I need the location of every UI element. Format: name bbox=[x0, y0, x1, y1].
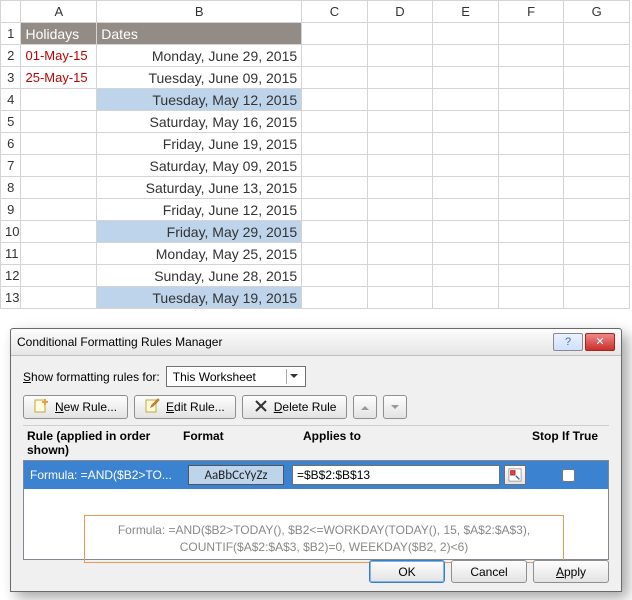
col-header-C[interactable]: C bbox=[302, 1, 368, 23]
col-header-F[interactable]: F bbox=[498, 1, 564, 23]
row-header-5[interactable]: 5 bbox=[1, 111, 21, 133]
range-selector-button[interactable] bbox=[504, 465, 526, 485]
show-rules-for-combo[interactable]: This Worksheet bbox=[166, 366, 306, 387]
cell-F1[interactable] bbox=[498, 23, 564, 45]
edit-rule-button[interactable]: Edit Rule... bbox=[134, 395, 236, 419]
rules-list-header: Rule (applied in order shown) Format App… bbox=[23, 425, 609, 460]
cell-A2[interactable]: 01-May-15 bbox=[21, 45, 97, 67]
row-header-2[interactable]: 2 bbox=[1, 45, 21, 67]
cell-A1[interactable]: Holidays bbox=[21, 23, 97, 45]
show-rules-for-value: This Worksheet bbox=[173, 370, 256, 384]
new-rule-button[interactable]: NNew Rule...ew Rule... bbox=[23, 395, 128, 419]
cell-B5[interactable]: Saturday, May 16, 2015 bbox=[97, 111, 302, 133]
window-close-button[interactable]: ✕ bbox=[585, 333, 615, 351]
stop-if-true-checkbox[interactable] bbox=[562, 469, 575, 482]
chevron-down-icon bbox=[286, 369, 301, 384]
row-header-8[interactable]: 8 bbox=[1, 177, 21, 199]
applies-to-input[interactable] bbox=[292, 465, 500, 485]
range-selector-icon bbox=[508, 468, 522, 482]
show-rules-for-label: Show formatting rules for: bbox=[23, 370, 160, 384]
cell-B11[interactable]: Monday, May 25, 2015 bbox=[97, 243, 302, 265]
cell-B2[interactable]: Monday, June 29, 2015 bbox=[97, 45, 302, 67]
stop-if-true-cell bbox=[534, 466, 602, 485]
delete-rule-icon bbox=[253, 398, 269, 417]
row-header-4[interactable]: 4 bbox=[1, 89, 21, 111]
cell-B8[interactable]: Saturday, June 13, 2015 bbox=[97, 177, 302, 199]
rules-list[interactable]: Formula: =AND($B2>TO... AaBbCcYyZz Formu… bbox=[23, 460, 609, 560]
row-header-7[interactable]: 7 bbox=[1, 155, 21, 177]
new-rule-icon bbox=[34, 398, 50, 417]
cell-A3[interactable]: 25-May-15 bbox=[21, 67, 97, 89]
rule-format-preview: AaBbCcYyZz bbox=[188, 465, 284, 485]
cell-B3[interactable]: Tuesday, June 09, 2015 bbox=[97, 67, 302, 89]
col-header-B[interactable]: B bbox=[97, 1, 302, 23]
cell-G1[interactable] bbox=[564, 23, 630, 45]
apply-button[interactable]: Apply bbox=[533, 560, 609, 583]
row-header-12[interactable]: 12 bbox=[1, 265, 21, 287]
window-help-button[interactable]: ? bbox=[553, 333, 583, 351]
cell-B6[interactable]: Friday, June 19, 2015 bbox=[97, 133, 302, 155]
triangle-down-icon bbox=[391, 405, 399, 413]
cell-B12[interactable]: Sunday, June 28, 2015 bbox=[97, 265, 302, 287]
ok-button[interactable]: OK bbox=[369, 560, 445, 583]
move-down-button[interactable] bbox=[383, 395, 407, 419]
cf-rules-manager-dialog: Conditional Formatting Rules Manager ? ✕… bbox=[10, 328, 622, 592]
rule-name: Formula: =AND($B2>TO... bbox=[30, 468, 180, 482]
col-header-D[interactable]: D bbox=[367, 1, 433, 23]
triangle-up-icon bbox=[361, 402, 369, 410]
move-up-button[interactable] bbox=[353, 395, 377, 419]
row-header-3[interactable]: 3 bbox=[1, 67, 21, 89]
cell-B10[interactable]: Friday, May 29, 2015 bbox=[97, 221, 302, 243]
delete-rule-button[interactable]: Delete Rule bbox=[242, 395, 348, 419]
row-header-10[interactable]: 10 bbox=[1, 221, 21, 243]
cancel-button[interactable]: Cancel bbox=[451, 560, 527, 583]
select-all-corner[interactable] bbox=[1, 1, 21, 23]
cell-B7[interactable]: Saturday, May 09, 2015 bbox=[97, 155, 302, 177]
row-header-1[interactable]: 1 bbox=[1, 23, 21, 45]
row-header-13[interactable]: 13 bbox=[1, 287, 21, 309]
cell-B9[interactable]: Friday, June 12, 2015 bbox=[97, 199, 302, 221]
formula-callout: Formula: =AND($B2>TODAY(), $B2<=WORKDAY(… bbox=[84, 515, 564, 563]
dialog-title: Conditional Formatting Rules Manager bbox=[17, 335, 551, 349]
row-header-9[interactable]: 9 bbox=[1, 199, 21, 221]
rule-row[interactable]: Formula: =AND($B2>TO... AaBbCcYyZz bbox=[24, 461, 608, 489]
dialog-titlebar[interactable]: Conditional Formatting Rules Manager ? ✕ bbox=[11, 329, 621, 356]
edit-rule-icon bbox=[145, 398, 161, 417]
col-header-G[interactable]: G bbox=[564, 1, 630, 23]
cell-B13[interactable]: Tuesday, May 19, 2015 bbox=[97, 287, 302, 309]
col-header-A[interactable]: A bbox=[21, 1, 97, 23]
col-header-E[interactable]: E bbox=[433, 1, 499, 23]
row-header-11[interactable]: 11 bbox=[1, 243, 21, 265]
cell-D1[interactable] bbox=[367, 23, 433, 45]
cell-B1[interactable]: Dates bbox=[97, 23, 302, 45]
row-header-6[interactable]: 6 bbox=[1, 133, 21, 155]
cell-B4[interactable]: Tuesday, May 12, 2015 bbox=[97, 89, 302, 111]
cell-C1[interactable] bbox=[302, 23, 368, 45]
cell-E1[interactable] bbox=[433, 23, 499, 45]
spreadsheet-grid[interactable]: A B C D E F G 1 Holidays Dates 2 01-May-… bbox=[0, 0, 630, 309]
